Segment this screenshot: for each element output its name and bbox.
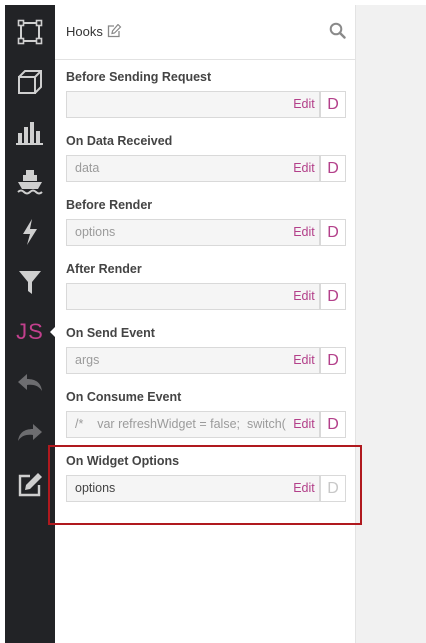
select-tool[interactable]	[5, 7, 55, 57]
select-icon	[17, 19, 43, 45]
js-icon: JS	[16, 319, 44, 344]
hook-value: args	[75, 353, 100, 367]
ship-icon	[17, 170, 43, 195]
panel-title: Hooks	[66, 24, 103, 39]
edit-button[interactable]: Edit	[289, 220, 319, 245]
undo-icon	[18, 374, 42, 391]
hook-input[interactable]: data Edit	[66, 155, 320, 182]
hook-label: After Render	[66, 262, 142, 276]
hook-label: Before Render	[66, 198, 153, 212]
d-button[interactable]: D	[320, 155, 346, 182]
hook-label: Before Sending Request	[66, 70, 212, 84]
hook-label: On Data Received	[66, 134, 173, 148]
canvas-area	[356, 5, 426, 643]
search-icon[interactable]	[329, 22, 346, 39]
highlight-box	[48, 445, 362, 525]
d-button[interactable]: D	[320, 91, 346, 118]
js-tool[interactable]: JS	[5, 307, 55, 357]
panel-header: Hooks	[55, 5, 355, 60]
edit-icon	[18, 473, 42, 497]
d-button[interactable]: D	[320, 347, 346, 374]
edit-button[interactable]: Edit	[289, 156, 319, 181]
hook-on-send-event: On Send Event args Edit D	[66, 325, 346, 374]
filter-tool[interactable]	[5, 257, 55, 307]
hook-input[interactable]: Edit	[66, 91, 320, 118]
hook-value: /* var refreshWidget = false; switch(	[75, 417, 286, 431]
edit-button[interactable]: Edit	[289, 92, 319, 117]
lightning-icon	[23, 219, 37, 245]
filter-icon	[19, 271, 41, 294]
undo-tool[interactable]	[5, 357, 55, 407]
hook-label: On Send Event	[66, 326, 155, 340]
d-button[interactable]: D	[320, 283, 346, 310]
cube-icon	[18, 70, 42, 94]
hook-label: On Consume Event	[66, 390, 182, 404]
hooks-panel: Hooks Before Sending Request Edit D On D…	[55, 5, 356, 643]
ship-tool[interactable]	[5, 157, 55, 207]
hook-input[interactable]: options Edit	[66, 219, 320, 246]
chart-tool[interactable]	[5, 107, 55, 157]
redo-icon	[18, 424, 42, 441]
cube-tool[interactable]	[5, 57, 55, 107]
edit-button[interactable]: Edit	[289, 284, 319, 309]
hook-value: options	[75, 225, 116, 239]
hook-input[interactable]: args Edit	[66, 347, 320, 374]
edit-button[interactable]: Edit	[289, 412, 319, 437]
hook-input[interactable]: /* var refreshWidget = false; switch( Ed…	[66, 411, 320, 438]
hook-on-consume-event: On Consume Event /* var refreshWidget = …	[66, 389, 346, 438]
d-button[interactable]: D	[320, 219, 346, 246]
edit-title-icon[interactable]	[107, 24, 122, 38]
hook-before-sending-request: Before Sending Request Edit D	[66, 69, 346, 118]
tool-rail: JS	[5, 5, 55, 643]
hook-input[interactable]: Edit	[66, 283, 320, 310]
hook-before-render: Before Render options Edit D	[66, 197, 346, 246]
bar-chart-icon	[16, 122, 43, 145]
d-button[interactable]: D	[320, 411, 346, 438]
hook-on-data-received: On Data Received data Edit D	[66, 133, 346, 182]
edit-button[interactable]: Edit	[289, 348, 319, 373]
hook-after-render: After Render Edit D	[66, 261, 346, 310]
lightning-tool[interactable]	[5, 207, 55, 257]
hook-value: data	[75, 161, 100, 175]
